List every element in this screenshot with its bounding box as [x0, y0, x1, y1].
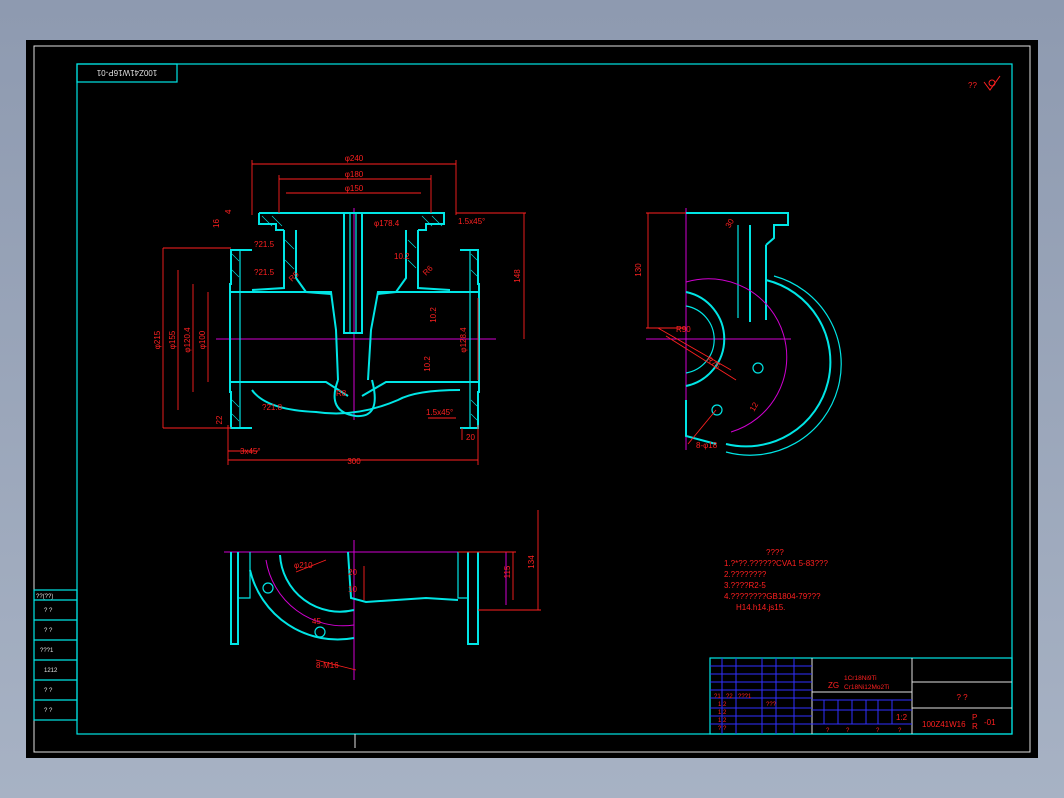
surface-roughness-mark: ?? — [968, 75, 1001, 91]
dim-r6: R6 — [421, 263, 435, 277]
material-line-1: 1Cr18Ni9Ti — [844, 675, 877, 682]
bottom-view: φ210 20 10 45 115 134 8-M16 — [224, 510, 541, 680]
title-block: ?1 ?2 ???1 1 2 1 2 1 2 ? ? ??? ? ? ? ? Z… — [709, 657, 1013, 735]
dim-bolt-holes: 8-φ18 — [696, 441, 718, 450]
side-table-row-2: ? ? — [44, 608, 53, 614]
material-label: ZG — [828, 681, 839, 690]
part-number: 100Z41W16 — [922, 720, 966, 729]
dim-r75: R75 — [705, 355, 722, 372]
dim-h22: 22 — [215, 415, 224, 424]
dim-h130: 130 — [634, 263, 643, 277]
dim-h20: 20 — [466, 433, 475, 442]
dim-bolt-m16: 8-M16 — [316, 661, 339, 670]
svg-text:?: ? — [846, 728, 850, 734]
side-view: 130 30 R90 R75 12 8-φ18 — [634, 208, 842, 456]
note-line-2: 2.???????? — [724, 570, 767, 579]
dim-length-300: 300 — [347, 457, 361, 466]
drawing-number-rotated: 100Z41W16P-01 — [96, 68, 157, 77]
dim-r30: 30 — [724, 217, 737, 230]
side-table-row-1: ??(??) — [36, 594, 53, 600]
technical-notes: ???? 1.?*??.??????CVA1 5-83??? 2.???????… — [724, 548, 828, 612]
front-section-view: φ240 φ180 φ150 φ178.4 16 4 1.5x45° ?21.5… — [153, 154, 526, 466]
side-table-row-4: ???1 — [40, 648, 54, 654]
dim-d215: φ215 — [153, 330, 162, 349]
dim-r8: R8 — [336, 389, 347, 398]
inner-frame — [76, 63, 1013, 735]
dim-r90: R90 — [676, 325, 691, 334]
svg-text:1 2: 1 2 — [718, 702, 727, 708]
drawing-sheet: 100Z41W16P-01 ?? φ240 φ180 φ150 φ178.4 1… — [26, 40, 1038, 758]
dim-d178: φ178.4 — [374, 219, 400, 228]
left-side-table: ??(??) ? ? ? ? ???1 1212 ? ? ? ? — [33, 589, 78, 721]
dim-d155: φ155 — [168, 330, 177, 349]
dim-d150: φ150 — [345, 184, 364, 193]
svg-text:?: ? — [876, 728, 880, 734]
dim-chamfer-top: 1.5x45° — [458, 217, 485, 226]
dim-s45: 45 — [312, 617, 321, 626]
dim-r218: ?21.8 — [262, 403, 283, 412]
svg-text:??: ?? — [968, 81, 977, 90]
note-line-5: H14.h14.js15. — [736, 603, 785, 612]
side-table-row-7: ? ? — [44, 708, 53, 714]
dim-chamfer-right: 1.5x45° — [426, 408, 453, 417]
side-table-row-3: ? ? — [44, 628, 53, 634]
dim-h134: 134 — [527, 555, 536, 569]
cad-drawing: 100Z41W16P-01 ?? φ240 φ180 φ150 φ178.4 1… — [33, 45, 1031, 753]
svg-text:???: ??? — [766, 702, 777, 708]
drawing-number-box: 100Z41W16P-01 — [76, 63, 178, 83]
dim-chamfer-left: 3x45° — [240, 447, 261, 456]
dim-d180: φ180 — [345, 170, 364, 179]
dim-s20: 20 — [348, 568, 357, 577]
side-table-row-6: ? ? — [44, 688, 53, 694]
dim-h148: 148 — [513, 269, 522, 283]
svg-text:-01: -01 — [984, 718, 996, 727]
dim-d210: φ210 — [294, 561, 313, 570]
dim-t4: 4 — [224, 209, 233, 214]
scale: 1:2 — [896, 713, 908, 722]
svg-text:R: R — [972, 722, 978, 731]
side-table-row-5: 1212 — [44, 668, 58, 674]
part-name: ? ? — [956, 693, 968, 702]
svg-text:1 2: 1 2 — [718, 710, 727, 716]
dim-h102-b: 10.2 — [429, 307, 438, 323]
note-line-1: 1.?*??.??????CVA1 5-83??? — [724, 559, 828, 568]
outer-frame — [33, 45, 1031, 753]
dim-h115: 115 — [503, 565, 512, 578]
notes-title: ???? — [766, 548, 784, 557]
dim-d100: φ100 — [198, 330, 207, 349]
svg-text:?: ? — [898, 728, 902, 734]
svg-text:P: P — [972, 713, 977, 722]
note-line-4: 4.????????GB1804-79??? — [724, 592, 821, 601]
dim-r215: ?21.5 — [254, 240, 275, 249]
dim-r215b: ?21.5 — [254, 268, 275, 277]
dim-d1204: φ120.4 — [183, 327, 192, 353]
dim-h102-c: 10.2 — [423, 356, 432, 372]
material-line-2: Cr18Ni12Mo2Ti — [844, 684, 889, 691]
svg-text:?: ? — [826, 728, 830, 734]
note-line-3: 3.????R2-5 — [724, 581, 766, 590]
dim-d240: φ240 — [345, 154, 364, 163]
dim-t16: 16 — [212, 219, 221, 228]
svg-text:???1: ???1 — [738, 694, 752, 700]
dim-s10: 10 — [348, 585, 357, 594]
svg-text:?1: ?1 — [714, 694, 721, 700]
dim-h102-a: 10.2 — [394, 252, 410, 261]
svg-text:? ?: ? ? — [718, 726, 727, 732]
svg-text:?2: ?2 — [726, 694, 733, 700]
svg-text:1 2: 1 2 — [718, 718, 727, 724]
dim-h12: 12 — [748, 400, 761, 413]
dim-d1284: φ128.4 — [459, 327, 468, 353]
